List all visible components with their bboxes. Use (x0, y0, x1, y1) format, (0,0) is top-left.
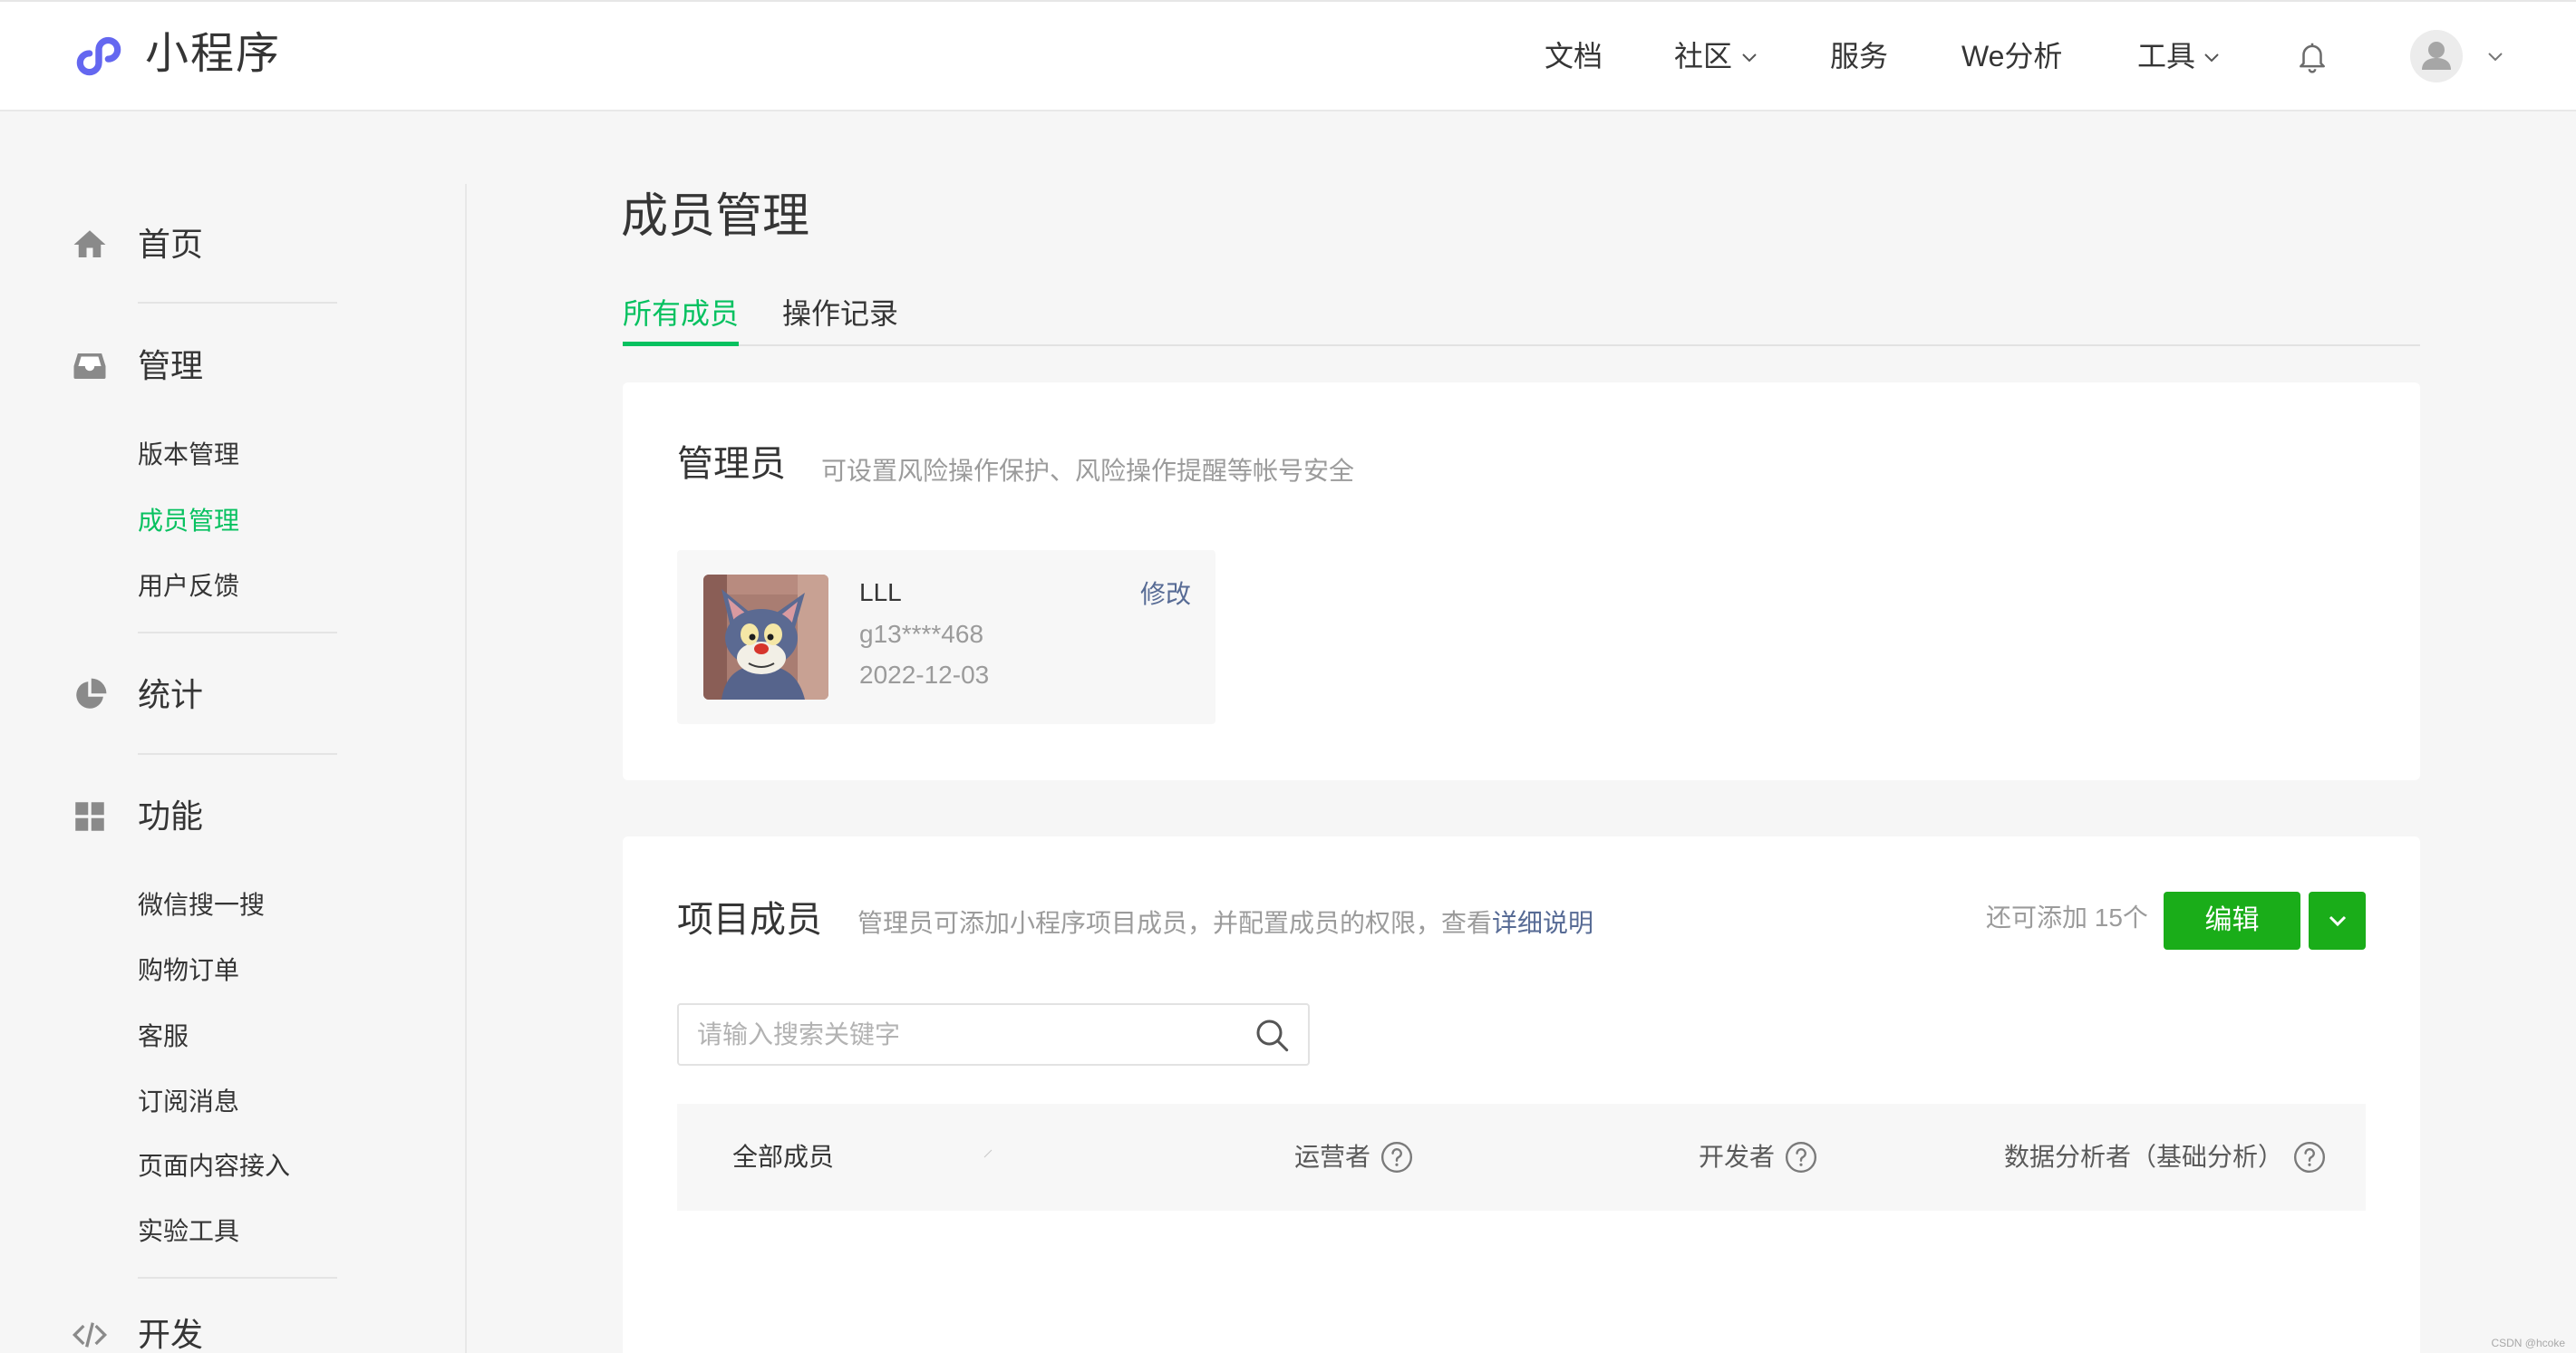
logo-text[interactable]: 小程序 (145, 27, 281, 82)
admin-card: 管理员 可设置风险操作保护、风险操作提醒等帐号安全 LLL g13****468… (623, 382, 2420, 780)
sidebar-divider (138, 1277, 337, 1279)
members-card: 项目成员 管理员可添加小程序项目成员，并配置成员的权限，查看详细说明 还可添加 … (623, 836, 2420, 1353)
chevron-down-icon[interactable] (2485, 50, 2505, 63)
sidebar-group-home[interactable]: 首页 (138, 223, 203, 266)
sidebar-group-develop[interactable]: 开发 (138, 1317, 203, 1353)
user-avatar[interactable] (2410, 30, 2463, 82)
tab-all-members[interactable]: 所有成员 (623, 294, 739, 333)
top-header: 小程序 文档 社区 服务 We分析 工具 (0, 0, 2576, 111)
admin-edit-link[interactable]: 修改 (1140, 577, 1191, 612)
sidebar-item-page-content-access[interactable]: 页面内容接入 (138, 1149, 290, 1184)
question-circle-icon[interactable] (1784, 1140, 1818, 1174)
sidebar-item-subscription-messages[interactable]: 订阅消息 (138, 1085, 239, 1119)
chevron-down-icon[interactable] (1740, 51, 1758, 63)
column-resize-handle (983, 1149, 993, 1158)
watermark: CSDN @hcoke (2491, 1337, 2565, 1349)
admin-section-title: 管理员 (677, 444, 786, 484)
inbox-icon (73, 353, 106, 379)
edit-members-button[interactable]: 编辑 (2164, 892, 2300, 950)
grid-icon (75, 802, 104, 831)
sidebar-divider (138, 753, 337, 755)
details-link[interactable]: 详细说明 (1492, 909, 1593, 937)
nav-community[interactable]: 社区 (1674, 36, 1732, 76)
home-icon (73, 230, 106, 257)
tab-operation-log[interactable]: 操作记录 (782, 294, 898, 333)
sidebar-divider (138, 302, 337, 304)
sidebar-item-experiment-tools[interactable]: 实验工具 (138, 1214, 239, 1249)
column-label: 数据分析者（基础分析） (2004, 1143, 2284, 1171)
column-label: 开发者 (1699, 1143, 1776, 1171)
sidebar-divider-vertical (465, 184, 467, 1353)
sidebar-item-wechat-search[interactable]: 微信搜一搜 (138, 888, 265, 923)
members-section-description: 管理员可添加小程序项目成员，并配置成员的权限，查看详细说明 (857, 906, 1593, 941)
sidebar-item-customer-service[interactable]: 客服 (138, 1020, 189, 1054)
column-label: 运营者 (1294, 1143, 1371, 1171)
pie-chart-icon (76, 678, 107, 709)
admin-wechat-id: g13****468 (859, 620, 984, 648)
admin-name: LLL (859, 578, 902, 606)
cat-avatar-image (703, 575, 828, 700)
active-tab-indicator (623, 342, 739, 346)
user-icon (2422, 42, 2451, 70)
mini-program-logo-icon[interactable] (71, 27, 127, 83)
sidebar-item-user-feedback[interactable]: 用户反馈 (138, 569, 239, 604)
admin-info-box: LLL g13****468 2022-12-03 修改 (677, 550, 1215, 724)
chevron-down-icon[interactable] (2203, 51, 2221, 63)
column-developer: 开发者 (1699, 1138, 1818, 1176)
bell-icon[interactable] (2295, 38, 2329, 74)
tabs-baseline (623, 344, 2420, 346)
question-circle-icon[interactable] (2292, 1140, 2327, 1174)
admin-avatar (703, 575, 828, 700)
search-placeholder: 请输入搜索关键字 (697, 1020, 901, 1049)
admin-date: 2022-12-03 (859, 661, 990, 689)
members-section-title: 项目成员 (677, 900, 822, 940)
sidebar-group-manage[interactable]: 管理 (138, 344, 203, 388)
members-description-text: 管理员可添加小程序项目成员，并配置成员的权限，查看 (857, 909, 1493, 937)
question-circle-icon[interactable] (1380, 1140, 1414, 1174)
nav-services[interactable]: 服务 (1830, 36, 1888, 76)
sidebar-group-statistics[interactable]: 统计 (138, 673, 203, 717)
nav-docs[interactable]: 文档 (1545, 36, 1603, 76)
remaining-quota: 还可添加 15个 (1986, 904, 2148, 932)
column-data-analyst: 数据分析者（基础分析） (2004, 1138, 2327, 1176)
sidebar: 首页 管理 版本管理 成员管理 用户反馈 统计 功能 微信搜一搜 购物订单 客服… (0, 111, 467, 1353)
sidebar-item-member-management[interactable]: 成员管理 (138, 504, 239, 538)
members-table-header: 全部成员 运营者 开发者 数据分析者（基础分析） (677, 1104, 2366, 1211)
admin-section-description: 可设置风险操作保护、风险操作提醒等帐号安全 (821, 457, 1355, 485)
sidebar-group-features[interactable]: 功能 (138, 795, 203, 838)
code-icon (72, 1322, 108, 1348)
sidebar-divider (138, 632, 337, 633)
column-operator: 运营者 (1294, 1138, 1414, 1176)
nav-we-analytics[interactable]: We分析 (1961, 36, 2062, 76)
chevron-down-icon (2329, 915, 2347, 927)
page-title: 成员管理 (621, 190, 810, 243)
column-label: 全部成员 (732, 1143, 835, 1171)
column-all-members[interactable]: 全部成员 (732, 1138, 834, 1176)
member-search-input[interactable]: 请输入搜索关键字 (677, 1003, 1310, 1066)
edit-dropdown-button[interactable] (2309, 892, 2366, 950)
nav-tools[interactable]: 工具 (2137, 36, 2195, 76)
sidebar-item-version-management[interactable]: 版本管理 (138, 438, 239, 472)
search-icon[interactable] (1254, 1017, 1290, 1053)
sidebar-item-shopping-orders[interactable]: 购物订单 (138, 953, 239, 988)
